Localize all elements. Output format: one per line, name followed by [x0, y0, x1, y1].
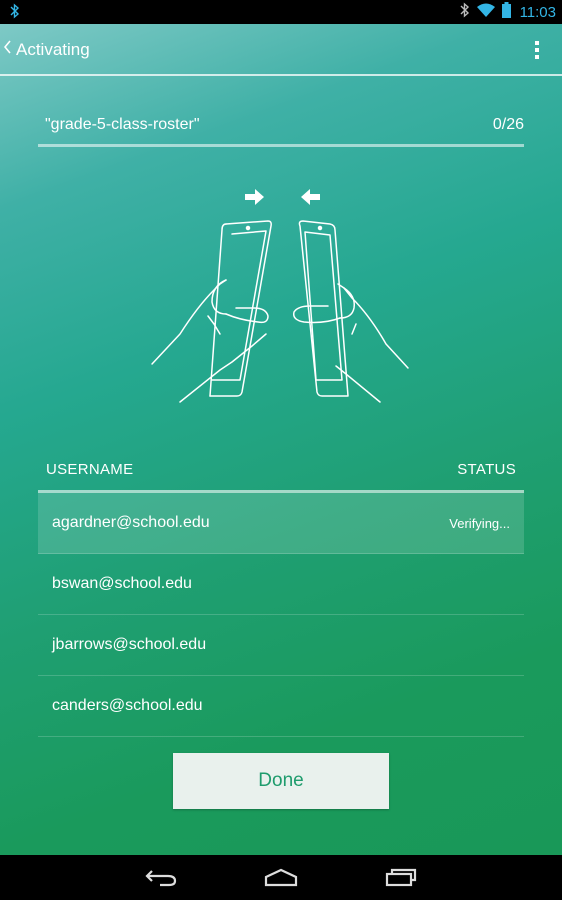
chevron-left-icon[interactable] [3, 40, 12, 59]
more-vert-icon[interactable] [534, 40, 540, 65]
status-bar: 11:03 [0, 0, 562, 24]
battery-icon [501, 1, 511, 23]
activation-screen: Activating "grade-5-class-roster" 0/26 U… [0, 24, 562, 855]
status-text: Verifying... [449, 516, 510, 531]
username-column-header: USERNAME [46, 461, 134, 478]
table-header: USERNAME STATUS [38, 452, 524, 493]
done-button[interactable]: Done [173, 753, 389, 809]
list-item[interactable]: jbarrows@school.edu [38, 615, 524, 676]
roster-name: "grade-5-class-roster" [45, 116, 200, 133]
navigation-bar [0, 855, 562, 900]
wifi-icon [476, 3, 495, 22]
list-item[interactable]: canders@school.edu [38, 676, 524, 737]
username: jbarrows@school.edu [52, 636, 207, 653]
username: canders@school.edu [52, 697, 203, 714]
page-title[interactable]: Activating [16, 40, 90, 60]
user-list: agardner@school.edu Verifying... bswan@s… [38, 493, 524, 737]
roster-progress: 0/26 [492, 116, 524, 133]
arrow-left-icon [301, 189, 320, 205]
recents-icon[interactable] [384, 867, 418, 892]
bluetooth-icon [460, 1, 470, 23]
home-icon[interactable] [263, 867, 299, 892]
username: bswan@school.edu [52, 575, 192, 592]
action-bar: Activating [0, 24, 562, 76]
arrow-right-icon [245, 189, 264, 205]
username: agardner@school.edu [52, 514, 210, 531]
list-item[interactable]: agardner@school.edu Verifying... [38, 493, 524, 554]
roster-header: "grade-5-class-roster" 0/26 [38, 104, 524, 147]
clock: 11:03 [519, 3, 556, 21]
back-icon[interactable] [144, 867, 178, 892]
tablets-bump-icon [140, 184, 420, 404]
list-item[interactable]: bswan@school.edu [38, 554, 524, 615]
status-column-header: STATUS [457, 461, 516, 478]
bluetooth-icon [10, 3, 20, 24]
